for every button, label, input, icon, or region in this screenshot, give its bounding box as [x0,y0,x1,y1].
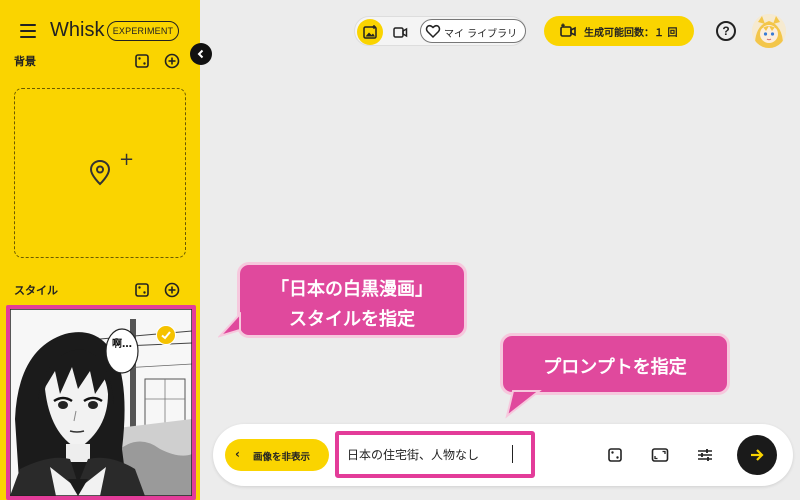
settings-button[interactable] [693,443,717,467]
dice-icon[interactable] [134,53,150,69]
prompt-bar: ‹ 画像を非表示 [213,424,793,486]
generation-count-pill[interactable]: 生成可能回数：１ 回 [544,16,694,46]
image-icon [363,25,377,39]
prompt-callout-line1: プロンプトを指定 [543,357,687,378]
aspect-ratio-icon [651,448,669,462]
heart-icon [425,24,441,39]
random-button[interactable] [603,443,627,467]
background-section-title: 背景 [14,55,36,68]
sidebar-collapse-button[interactable] [190,43,212,65]
background-drop-zone[interactable]: + [14,88,186,258]
callout-tail [218,312,241,338]
avatar[interactable] [752,14,786,48]
my-library-button[interactable]: マイ ライブラリ [420,19,526,43]
aspect-ratio-button[interactable] [648,443,672,467]
add-circle-icon[interactable] [164,282,180,298]
style-image-bubble-text: 啊… [112,338,132,350]
experiment-badge: EXPERIMENT [107,21,179,41]
callout-tail [505,390,542,419]
sidebar: Whisk EXPERIMENT 背景 + スタイル 啊… [0,0,200,500]
chevron-left-icon [197,49,204,59]
my-library-label: マイ ライブラリ [444,29,518,40]
chevron-left-icon: ‹ [235,447,240,461]
video-icon [393,27,408,38]
send-button[interactable] [737,435,777,475]
sliders-icon [698,449,712,461]
location-pin-icon [89,159,111,186]
style-callout: 「日本の白黒漫画」 スタイルを指定 [237,262,467,338]
help-icon[interactable]: ? [716,21,736,41]
hide-images-button[interactable]: ‹ 画像を非表示 [225,439,329,471]
hamburger-icon[interactable] [20,24,36,38]
arrow-right-icon [751,449,764,461]
hide-images-label: 画像を非表示 [253,452,311,463]
image-mode-button[interactable] [357,19,383,45]
generation-count-label: 生成可能回数：１ 回 [584,28,678,39]
style-callout-line2: スタイルを指定 [289,309,415,330]
add-circle-icon[interactable] [164,53,180,69]
plus-icon: + [119,149,135,170]
text-caret [512,445,513,463]
prompt-input[interactable] [335,431,535,478]
selected-check-icon [156,325,176,345]
dice-icon [608,448,622,462]
prompt-callout: プロンプトを指定 [500,333,730,395]
dice-icon[interactable] [134,282,150,298]
style-callout-line1: 「日本の白黒漫画」 [271,279,433,300]
style-section-title: スタイル [14,284,58,297]
app-title: Whisk [50,19,105,41]
video-plus-icon [560,23,576,37]
video-mode-button[interactable] [387,19,413,45]
